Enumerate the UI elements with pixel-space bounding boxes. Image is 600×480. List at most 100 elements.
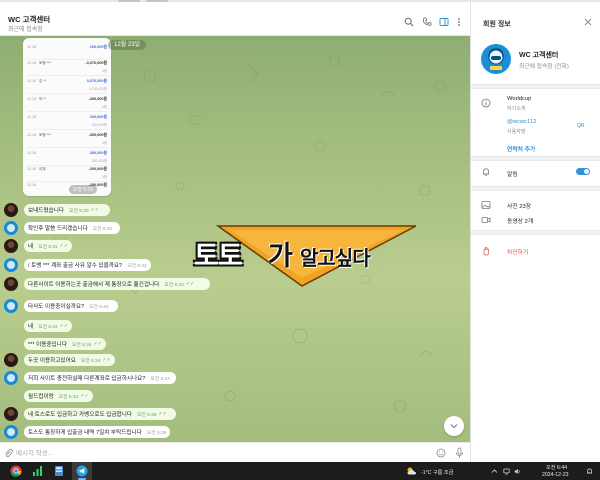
watermark-part-3: 알고싶다 [300,246,371,270]
sidebar-toggle-icon[interactable] [439,17,449,27]
message-bubble[interactable]: 저희 사이트 충전하실때 다른계좌로 입금하시나요? 오전 5:34 [24,372,176,384]
date-divider: 12월 23일 [108,40,147,50]
message-time: 오전 5:34 [71,342,92,348]
message-time: 오전 5:30 [92,226,113,232]
read-check-icon: ✓✓ [158,411,167,417]
message-bubble[interactable]: *** 이용중입니다 오전 5:34 ✓✓ [24,338,106,350]
support-avatar[interactable] [4,221,18,235]
message-time: 오전 5:35 [146,430,167,436]
attach-icon[interactable] [4,448,13,458]
qr-code-button[interactable]: QR [577,123,585,129]
scroll-down-button[interactable] [444,416,464,436]
message-row: 네 토스로도 입금하고 카뱅으로도 입금합니다 오전 5:35 ✓✓ [0,406,320,422]
message-time: 오전 5:34 [89,304,109,310]
calculator-icon[interactable] [53,465,65,477]
message-bubble[interactable]: 토스도 통장하게 입출금 내역 7일치 부탁드립니다 오전 5:35 [24,426,171,438]
message-bubble[interactable]: 네 토스로도 입금하고 카뱅으로도 입금합니다 오전 5:35 ✓✓ [24,408,176,420]
close-icon[interactable] [584,18,592,26]
block-hand-icon [483,246,489,256]
message-bubble[interactable]: 네 오전 5:34 ✓✓ [24,320,73,332]
transaction-amount: 200,000원 [89,115,107,119]
chat-header: WC 고객센터 최근에 접속함 [0,2,470,36]
profile-status: 최근에 접속함 (전화) [519,64,569,70]
photos-link[interactable]: 사진 23장 [507,201,531,210]
transaction-row: 12.18 김 ** 3,076,000원 3,076,000원 [27,76,107,94]
message-time: 오전 5:33 [164,282,184,288]
message-row: *** 이용중입니다 오전 5:34 ✓✓ [0,336,320,352]
divider [471,84,600,89]
message-bubble[interactable]: / 토뱅 *** 계좌 출금 사유 알수 있을까요? 오전 5:32 [24,259,151,271]
notification-center-icon[interactable] [586,468,593,475]
clock-time[interactable]: 오전 6:44 [546,464,567,471]
chrome-icon[interactable] [10,465,22,477]
divider [471,186,600,191]
notifications-toggle[interactable] [576,168,590,175]
username-value[interactable]: @wcwc112 [507,119,536,125]
message-row: 월드컵이랑 오전 5:34 ✓✓ [0,388,320,404]
transaction-date: 12.18 [27,79,36,83]
user-avatar[interactable] [4,407,18,421]
user-avatar[interactable] [4,239,18,253]
transaction-amount: 3,076,000원 [86,79,107,83]
message-row: 네 오전 5:34 ✓✓ [0,318,320,334]
phone-icon[interactable] [422,17,432,27]
message-text: 저희 사이트 충전하실때 다른계좌로 입금하시나요? [28,376,146,382]
user-avatar[interactable] [4,203,18,217]
message-time: 오전 5:34 [38,324,58,330]
emoji-icon[interactable] [436,448,446,458]
microphone-icon[interactable] [455,447,464,459]
message-row: 타사도 이용중이실까요? 오전 5:34 [0,298,320,314]
search-icon[interactable] [404,17,414,27]
message-text: 네 [28,324,34,330]
clock-date[interactable]: 2024-12-23 [542,472,569,478]
more-options-icon[interactable] [454,17,464,27]
weather-cloud-icon[interactable] [406,466,418,476]
divider [471,156,600,161]
watermark: 토토 가 알고싶다 [190,212,422,288]
user-avatar[interactable] [4,353,18,367]
divider [471,230,600,235]
message-bubble[interactable]: 다른사이트 이용하는곳 출금해서 제 통장으로 옮긴겁니다 오전 5:33 ✓✓ [24,278,210,290]
image-message[interactable]: 12.18 100,000원 12.18 토뱅 *** -3,076,000원 0원 12.… [23,38,111,196]
user-avatar[interactable] [4,277,18,291]
block-button[interactable]: 차단하기 [507,247,528,256]
videos-link[interactable]: 동영상 2개 [507,216,533,225]
message-text: 보내드렸습니다 [28,208,65,214]
message-time: 오전 5:34 [150,376,170,382]
telegram-icon [76,465,88,477]
transaction-amount: -3,076,000원 [85,61,107,65]
user-info-panel: 회원 정보 WC 고객센터 최근에 접속함 (전화) Worldcup 자기소개… [470,2,600,462]
transaction-row: 12.18 토뱅 *** -300,000원 0원 [27,130,107,148]
chat-area[interactable]: 12.18 100,000원 12.18 토뱅 *** -3,076,000원 0원 12.… [0,36,470,442]
chevron-up-icon[interactable] [491,468,498,475]
panel-title: 회원 정보 [483,21,511,28]
support-avatar[interactable] [4,258,18,272]
transaction-amount: 100,000원 [89,45,107,49]
message-text: 두곳 이용하고있어요 [28,358,76,364]
network-icon[interactable] [503,468,510,475]
volume-icon[interactable] [514,468,521,475]
support-avatar[interactable] [4,425,18,439]
weather-text[interactable]: -1°C 구름 조금 [421,469,453,476]
message-bubble[interactable]: 확인후 말씀 드리겠습니다 오전 5:30 [24,222,120,234]
message-text: / 토뱅 *** 계좌 출금 사유 알수 있을까요? [28,263,123,269]
profile-avatar[interactable] [481,44,511,74]
transaction-date: 12.18 [27,183,36,187]
message-input[interactable] [16,446,416,460]
support-avatar[interactable] [4,371,18,385]
bell-icon [482,168,490,177]
transaction-name: 이체 [39,167,46,171]
message-text: 네 [28,244,34,250]
read-check-icon: ✓✓ [93,341,102,347]
message-bubble[interactable]: 보내드렸습니다 오전 5:30 ✓✓ [24,204,110,216]
support-avatar[interactable] [4,299,18,313]
message-bubble[interactable]: 타사도 이용중이실까요? 오전 5:34 [24,300,118,312]
message-bubble[interactable]: 두곳 이용하고있어요 오전 5:34 ✓✓ [24,354,115,366]
transaction-row: 12.18 토뱅 *** -3,076,000원 0원 [27,58,107,76]
telegram-taskbar-button[interactable] [72,462,92,480]
message-bubble[interactable]: 네 오전 5:31 ✓✓ [24,240,73,252]
message-bubble[interactable]: 월드컵이랑 오전 5:34 ✓✓ [24,390,93,402]
message-time: 오전 5:32 [127,263,147,269]
add-contact-button[interactable]: 연락처 추가 [507,144,535,153]
stocks-icon[interactable] [32,465,44,477]
